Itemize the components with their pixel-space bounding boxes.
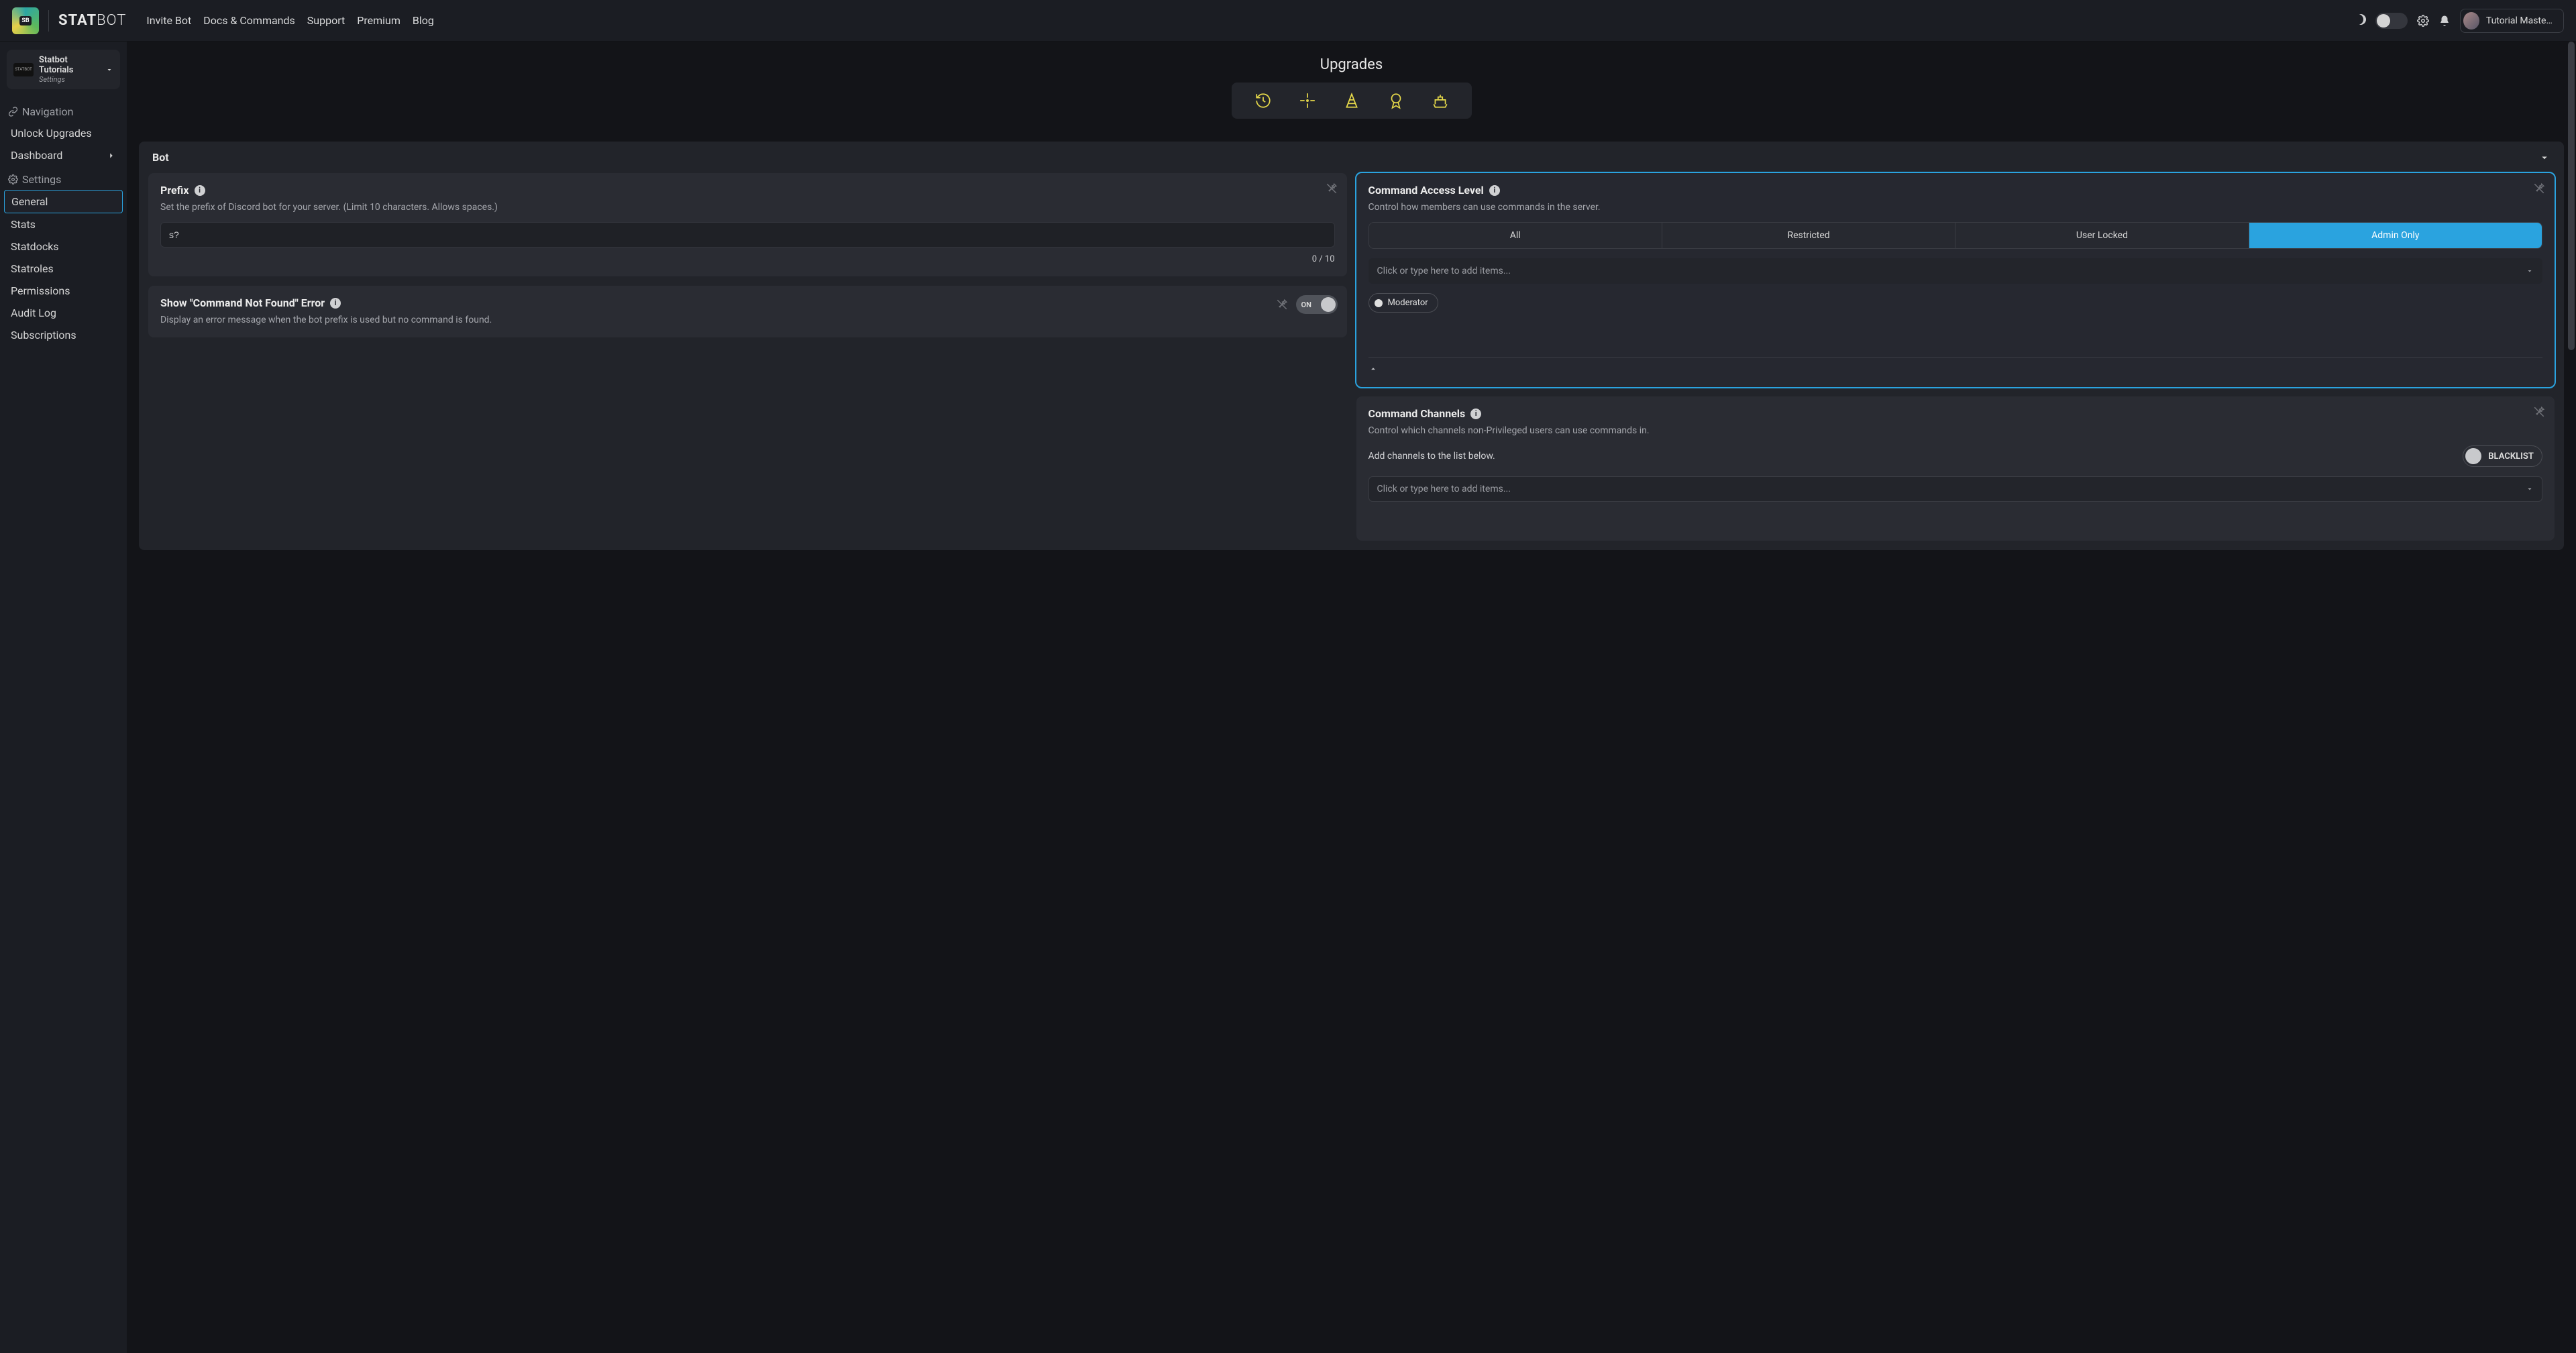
top-navbar: STATBOT Invite Bot Docs & Commands Suppo… [0,0,2576,42]
nav-link-blog[interactable]: Blog [413,14,434,27]
channels-title: Command Channels [1368,407,1466,420]
sidebar-item-unlock-upgrades[interactable]: Unlock Upgrades [0,122,127,144]
sidebar-item-general[interactable]: General [4,190,123,213]
sidebar-item-audit-log[interactable]: Audit Log [0,302,127,324]
command-access-card: Command Access Level i Control how membe… [1356,173,2555,387]
prefix-input[interactable] [160,222,1335,248]
bot-panel-title: Bot [152,151,169,164]
role-color-dot [1375,299,1383,307]
access-option-user-locked[interactable]: User Locked [1955,223,2248,248]
bot-panel: Bot Prefix i [139,142,2564,550]
access-option-all[interactable]: All [1369,223,1662,248]
upgrade-icons-row [1232,83,1472,119]
access-option-restricted[interactable]: Restricted [1662,223,1955,248]
sidebar-item-dashboard[interactable]: Dashboard [0,144,127,166]
logo-mark-icon [12,7,39,34]
prefix-title: Prefix [160,184,189,197]
prefix-card: Prefix i Set the prefix of Discord bot f… [148,173,1347,276]
sidebar-item-permissions[interactable]: Permissions [0,280,127,302]
cmd-not-found-card: Show "Command Not Found" Error i ON D [148,286,1347,337]
avatar-icon [2463,12,2479,30]
chevron-down-icon [2538,152,2551,164]
combo-placeholder: Click or type here to add items... [1377,484,1511,494]
bot-panel-header[interactable]: Bot [139,142,2564,173]
toggle-label: ON [1301,301,1311,309]
chevron-down-icon [2526,485,2534,493]
crosshair-icon[interactable] [1299,92,1316,109]
role-chip-label: Moderator [1388,298,1428,308]
chevron-right-icon [107,151,116,160]
command-channels-card: Command Channels i Control which channel… [1356,396,2555,541]
server-selector[interactable]: STATBOT Statbot Tutorials Settings [7,50,120,89]
nav-link-premium[interactable]: Premium [357,14,400,27]
link-icon [8,107,18,117]
chevron-down-icon [2526,267,2534,275]
moon-icon [2355,14,2366,28]
section-settings: Settings [0,166,127,190]
chevron-down-icon [105,66,113,74]
pin-off-icon[interactable] [1276,299,1288,311]
main-content: Upgrades Bot [127,42,2576,1353]
sidebar-item-stats[interactable]: Stats [0,213,127,235]
vertical-scrollbar[interactable] [2567,40,2576,1353]
theme-toggle[interactable] [2375,13,2408,29]
pin-off-icon[interactable] [2533,406,2545,418]
info-icon[interactable]: i [1489,185,1500,196]
info-icon[interactable]: i [195,185,205,196]
logo-separator [48,10,49,32]
server-sub: Settings [39,75,100,84]
access-roles-chips: Moderator [1368,284,2543,358]
prefix-desc: Set the prefix of Discord bot for your s… [160,202,1335,213]
section-navigation: Navigation [0,99,127,122]
channels-combobox[interactable]: Click or type here to add items... [1368,476,2543,502]
prefix-counter: 0 / 10 [160,254,1335,264]
channels-subline: Add channels to the list below. [1368,451,1495,462]
server-icon: STATBOT [13,63,34,76]
user-menu[interactable]: Tutorial Master#… [2460,9,2564,33]
access-roles-combobox[interactable]: Click or type here to add items... [1368,258,2543,284]
nav-link-invite[interactable]: Invite Bot [146,14,191,27]
ship-icon[interactable] [1432,92,1449,109]
access-option-admin-only[interactable]: Admin Only [2249,223,2542,248]
logo-text: STATBOT [58,12,126,29]
gear-icon [8,174,18,184]
server-name: Statbot Tutorials [39,55,100,75]
info-icon[interactable]: i [1470,409,1481,419]
collapse-arrow-icon[interactable] [1368,360,2543,375]
role-chip-moderator[interactable]: Moderator [1368,293,1438,313]
nav-links: Invite Bot Docs & Commands Support Premi… [146,14,433,27]
settings-header: Settings [22,173,61,186]
upgrades-title: Upgrades [139,56,2564,73]
pin-off-icon[interactable] [2533,182,2545,195]
access-level-segmented: All Restricted User Locked Admin Only [1368,222,2543,249]
cmd-not-found-toggle[interactable]: ON [1296,295,1338,314]
combo-placeholder: Click or type here to add items... [1377,266,1511,276]
nav-link-support[interactable]: Support [307,14,345,27]
channels-mode-toggle[interactable]: BLACKLIST [2463,445,2542,467]
history-icon[interactable] [1254,92,1272,109]
pin-off-icon[interactable] [1326,182,1338,195]
mode-label: BLACKLIST [2488,451,2534,462]
info-icon[interactable]: i [330,298,341,309]
brand-logo[interactable]: STATBOT [12,7,126,34]
cmd-not-found-desc: Display an error message when the bot pr… [160,315,1335,325]
award-icon[interactable] [1387,92,1405,109]
user-name: Tutorial Master#… [2486,15,2555,26]
nav-link-docs[interactable]: Docs & Commands [203,14,295,27]
access-title: Command Access Level [1368,184,1484,197]
access-desc: Control how members can use commands in … [1368,202,2543,213]
gear-icon[interactable] [2417,15,2429,27]
bell-icon[interactable] [2438,15,2451,27]
sidebar-item-statroles[interactable]: Statroles [0,258,127,280]
navigation-header: Navigation [22,105,73,118]
cmd-not-found-title: Show "Command Not Found" Error [160,296,325,309]
sidebar: STATBOT Statbot Tutorials Settings Navig… [0,42,127,1353]
sidebar-item-subscriptions[interactable]: Subscriptions [0,324,127,346]
party-hat-icon[interactable] [1343,92,1360,109]
channels-desc: Control which channels non-Privileged us… [1368,425,2543,436]
sidebar-item-statdocks[interactable]: Statdocks [0,235,127,258]
